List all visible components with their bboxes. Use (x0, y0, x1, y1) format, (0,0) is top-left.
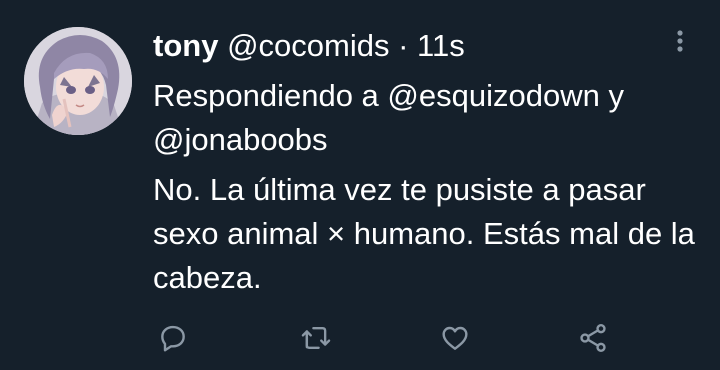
more-vertical-icon (677, 30, 683, 52)
tweet-time[interactable]: 11s (417, 28, 465, 63)
reply-icon (161, 325, 185, 352)
tweet-text: No. La última vez te pusiste a pasar sex… (153, 172, 695, 295)
like-button[interactable] (435, 318, 475, 358)
tweet-header: tony @cocomids · 11s (153, 28, 465, 64)
tweet: tony @cocomids · 11s Respondiendo a @esq… (0, 0, 720, 370)
reply-mention-1[interactable]: @esquizodown (387, 78, 599, 113)
heart-icon (442, 326, 468, 350)
avatar[interactable] (24, 27, 132, 135)
reply-button[interactable] (153, 318, 193, 358)
separator-dot: · (398, 28, 409, 63)
share-button[interactable] (573, 318, 613, 358)
reply-prefix: Respondiendo a (153, 78, 379, 113)
avatar-image (24, 27, 132, 135)
display-name[interactable]: tony (153, 28, 218, 63)
more-options-button[interactable] (668, 26, 692, 58)
retweet-button[interactable] (296, 318, 336, 358)
reply-context: Respondiendo a @esquizodown y @jonaboobs (153, 74, 693, 162)
reply-joiner: y (608, 78, 624, 113)
reply-mention-2[interactable]: @jonaboobs (153, 122, 328, 157)
retweet-icon (301, 327, 331, 349)
tweet-actions (153, 318, 623, 362)
share-icon (580, 324, 606, 352)
user-handle[interactable]: @cocomids (227, 28, 389, 63)
